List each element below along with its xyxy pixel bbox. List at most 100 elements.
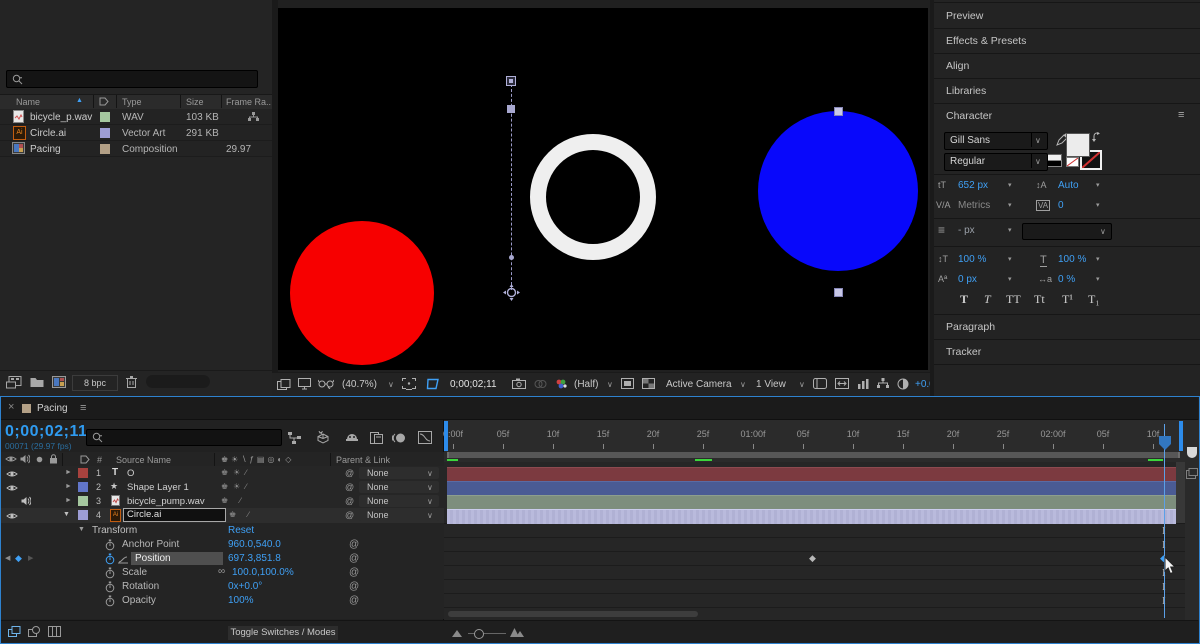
fill-color-swatch[interactable] — [1066, 133, 1090, 157]
no-fill-swatch[interactable] — [1066, 157, 1079, 167]
always-preview-icon[interactable] — [277, 379, 291, 390]
playhead-line[interactable] — [1164, 424, 1165, 618]
navigator-start-handle[interactable] — [444, 421, 448, 451]
expand-transfer-controls-icon[interactable] — [28, 626, 41, 637]
target-region-icon[interactable] — [621, 378, 634, 389]
opacity-label[interactable]: Opacity — [122, 595, 156, 606]
current-keyframe-indicator[interactable]: ◆ — [15, 553, 22, 564]
layer-name[interactable]: bicycle_pump.wav — [127, 496, 205, 507]
flowchart-icon[interactable] — [877, 378, 889, 389]
motion-path-keyframe-square[interactable] — [507, 105, 515, 113]
label-swatch[interactable] — [100, 128, 110, 138]
constrain-proportions-icon[interactable]: ∞ — [218, 566, 225, 577]
label-column-icon[interactable] — [99, 97, 109, 106]
scale-label[interactable]: Scale — [122, 567, 147, 578]
expression-graph-icon[interactable] — [118, 556, 128, 564]
small-caps-button[interactable]: Tt — [1034, 292, 1045, 307]
expand-arrow-icon[interactable]: ► — [65, 469, 72, 476]
stopwatch-icon[interactable] — [105, 539, 115, 551]
stopwatch-icon-active[interactable] — [105, 553, 115, 565]
panel-header-effects-presets[interactable]: Effects & Presets — [946, 35, 1026, 47]
faux-bold-button[interactable]: T — [960, 292, 968, 307]
label-swatch[interactable] — [100, 144, 110, 154]
position-label-selected[interactable]: Position — [131, 552, 223, 565]
white-ring-text-O[interactable] — [530, 134, 656, 260]
panel-header-align[interactable]: Align — [946, 60, 969, 72]
all-caps-button[interactable]: TT — [1006, 292, 1021, 307]
chevron-down-icon[interactable]: ∨ — [740, 380, 746, 389]
kerning-value[interactable]: Metrics — [958, 200, 990, 211]
label-swatch[interactable] — [100, 112, 110, 122]
project-col-type[interactable]: Type — [122, 97, 142, 107]
exposure-icon[interactable] — [897, 378, 909, 390]
next-keyframe-arrow[interactable]: ▶ — [28, 554, 33, 562]
pick-whip-icon[interactable]: @ — [345, 510, 354, 520]
caret-icon[interactable]: ▾ — [1008, 201, 1012, 209]
layer-bar-3[interactable] — [447, 495, 1176, 509]
font-size-value[interactable]: 652 px — [958, 180, 988, 191]
playhead-head[interactable] — [1159, 436, 1171, 444]
comp-button-icon[interactable] — [1186, 468, 1198, 479]
layer-switches[interactable]: ♚☀∕ — [221, 482, 252, 491]
stopwatch-icon[interactable] — [105, 567, 115, 579]
sort-ascending-icon[interactable]: ▲ — [76, 97, 83, 104]
caret-icon[interactable]: ▾ — [1008, 226, 1012, 234]
faux-italic-button[interactable]: T — [984, 292, 991, 307]
caret-icon[interactable]: ▾ — [1096, 201, 1100, 209]
interpret-footage-icon[interactable] — [6, 376, 22, 389]
bit-depth-button[interactable]: 8 bpc — [72, 375, 118, 391]
view-layout-dropdown[interactable]: 1 View — [756, 379, 786, 390]
pick-whip-icon[interactable]: @ — [349, 567, 359, 578]
timeline-tab-label[interactable]: Pacing — [37, 403, 68, 414]
set-default-swatches[interactable] — [1046, 154, 1060, 165]
layer-name-edit-box[interactable]: Circle.ai — [123, 508, 226, 522]
label-color-swatch[interactable] — [78, 482, 88, 492]
frame-blending-icon[interactable] — [370, 432, 383, 444]
viewer-timecode[interactable]: 0;00;02;11 — [450, 379, 497, 390]
vertical-scale-value[interactable]: 100 % — [958, 254, 986, 265]
tab-menu-icon[interactable]: ≡ — [80, 402, 86, 414]
comp-label-swatch[interactable] — [22, 404, 31, 413]
blue-circle-shape[interactable] — [758, 111, 918, 271]
font-style-dropdown[interactable]: Regular ∨ — [944, 153, 1048, 171]
panel-menu-icon[interactable]: ≡ — [1178, 109, 1184, 121]
red-circle-shape[interactable] — [290, 221, 434, 365]
pick-whip-icon[interactable]: @ — [345, 482, 354, 492]
draft-3d-icon[interactable] — [316, 431, 330, 444]
pick-whip-icon[interactable]: @ — [345, 496, 354, 506]
parent-dropdown[interactable]: None∨ — [359, 509, 439, 521]
pick-whip-icon[interactable]: @ — [345, 468, 354, 478]
project-col-size[interactable]: Size — [186, 97, 204, 107]
crop-region-icon[interactable] — [402, 378, 416, 390]
prev-keyframe-arrow[interactable]: ◀ — [5, 554, 10, 562]
pixel-aspect-icon[interactable] — [835, 378, 849, 389]
panel-header-tracker[interactable]: Tracker — [946, 346, 981, 358]
layer-bar-4-selected[interactable] — [447, 509, 1176, 524]
stroke-width-value[interactable]: - px — [958, 225, 975, 236]
timeline-timecode[interactable]: 0;00;02;11 — [5, 423, 87, 441]
layer-switches[interactable]: ♚ ∕ — [229, 510, 254, 519]
subscript-button[interactable]: T₁ — [1088, 292, 1100, 307]
label-color-swatch[interactable] — [78, 510, 88, 520]
motion-blur-icon[interactable] — [392, 432, 406, 444]
eye-icon[interactable] — [6, 484, 18, 492]
pick-whip-icon[interactable]: @ — [349, 595, 359, 606]
layer-row-4-selected[interactable]: ▼ 4 Ai Circle.ai ♚ ∕ @ None∨ — [1, 508, 444, 524]
group-collapse-icon[interactable]: ▼ — [78, 526, 85, 533]
position-keyframe-diamond[interactable]: ◆ — [809, 553, 816, 564]
panel-header-libraries[interactable]: Libraries — [946, 85, 986, 97]
chevron-down-icon[interactable]: ∨ — [799, 380, 805, 389]
camera-dropdown[interactable]: Active Camera — [666, 379, 732, 390]
layer-row-1[interactable]: ► 1 T O ♚☀∕ @ None∨ — [1, 466, 444, 481]
transform-group-label[interactable]: Transform — [92, 525, 137, 536]
anchor-point-label[interactable]: Anchor Point — [122, 539, 179, 550]
font-family-dropdown[interactable]: Gill Sans ∨ — [944, 132, 1048, 150]
pick-whip-icon[interactable]: @ — [349, 539, 359, 550]
opacity-value[interactable]: 100% — [228, 595, 254, 606]
stopwatch-icon[interactable] — [105, 581, 115, 593]
project-row-wav[interactable]: bicycle_p.wav WAV 103 KB — [0, 109, 272, 125]
expand-arrow-icon[interactable]: ► — [65, 483, 72, 490]
layer-name[interactable]: O — [127, 468, 134, 479]
chevron-down-icon[interactable]: ∨ — [607, 380, 613, 389]
caret-icon[interactable]: ▾ — [1096, 255, 1100, 263]
